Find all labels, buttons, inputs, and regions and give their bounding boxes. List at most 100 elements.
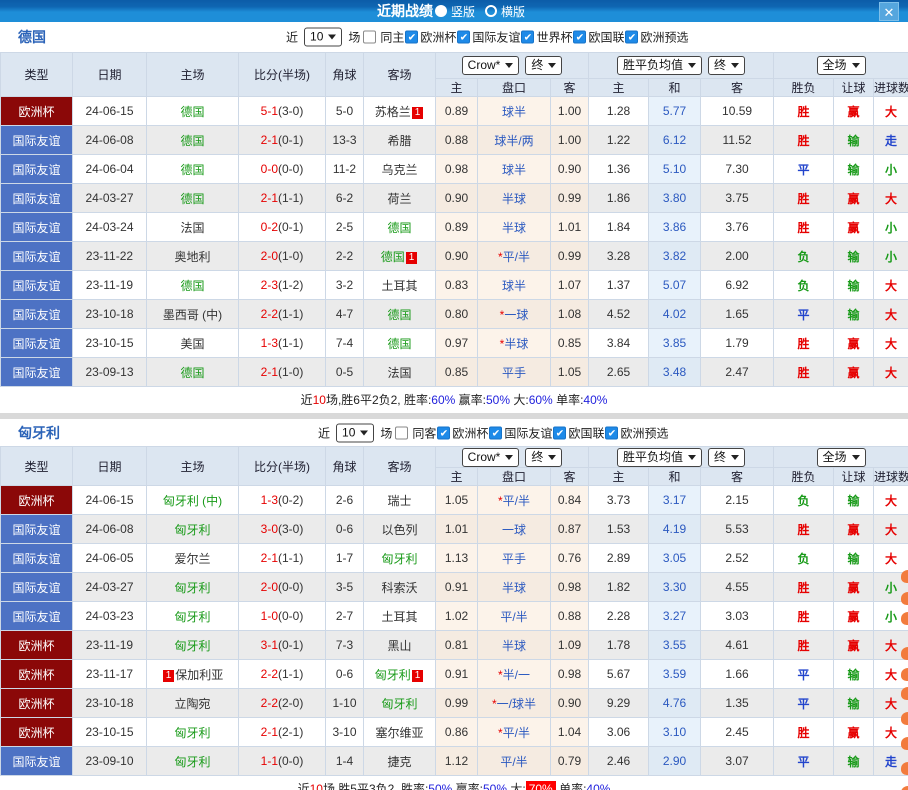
team-name: 匈牙利	[381, 696, 418, 711]
close-button[interactable]: ✕	[879, 2, 899, 21]
avg-final-select[interactable]: 终	[708, 447, 746, 467]
away-team: 德国	[363, 299, 436, 329]
summary-segment: 70%	[525, 781, 556, 790]
match-date: 24-06-04	[72, 154, 147, 184]
filter-bar: 近 10 场同客 ✔ 欧洲杯 ✔ 国际友谊 ✔ 欧国联 ✔ 欧洲预选	[315, 423, 669, 442]
result-cell: 平	[773, 154, 835, 184]
home-team: 德国	[146, 270, 239, 300]
avg-odds-select[interactable]: 胜平负均值	[617, 56, 703, 75]
avg-odds-select[interactable]: 胜平负均值	[617, 447, 703, 467]
odds-final-select[interactable]: 终	[525, 56, 563, 75]
score-fulltime: 1-0	[260, 609, 278, 623]
odds-final-select[interactable]: 终	[525, 447, 563, 467]
same-venue-checkbox[interactable]	[395, 426, 409, 439]
ah-home-odds: 0.80	[435, 299, 478, 329]
avg-select-group: 胜平负均值 终	[588, 446, 775, 468]
ah-home-odds: 0.89	[435, 96, 478, 126]
scope-select[interactable]: 全场	[816, 447, 866, 467]
match-row: 国际友谊 24-03-27 德国 2-1(1-1) 6-2 荷兰 0.90 半球 0.99 1.8…	[0, 183, 908, 213]
eu-home-odds: 3.28	[588, 241, 650, 271]
eu-away-odds: 2.15	[700, 485, 775, 515]
eu-draw-odds: 4.02	[648, 299, 702, 329]
league-checkbox[interactable]: ✔	[521, 30, 535, 44]
select-value: Crow*	[467, 449, 501, 464]
team-name: 匈牙利	[174, 638, 211, 653]
handicap-result-text: 赢	[847, 522, 860, 537]
matches-label: 场	[380, 426, 393, 440]
column-subheader: 主	[435, 78, 478, 97]
home-team: 德国	[146, 96, 239, 126]
match-type-cell: 国际友谊	[0, 125, 73, 155]
ah-handicap: 平手	[477, 543, 551, 573]
handicap-text: 半球	[501, 191, 526, 206]
league-checkbox[interactable]: ✔	[605, 426, 619, 439]
league-checkbox[interactable]: ✔	[405, 30, 419, 44]
odds-company-select[interactable]: Crow*	[461, 56, 520, 75]
odds-company-select[interactable]: Crow*	[461, 447, 520, 467]
league-checkbox[interactable]: ✔	[457, 30, 471, 44]
goals-result-text: 大	[885, 278, 898, 293]
team-name: 墨西哥 (中)	[162, 307, 223, 322]
ah-home-odds: 1.05	[435, 485, 478, 515]
section-team-title: 德国	[18, 29, 46, 45]
same-venue-checkbox[interactable]	[363, 30, 377, 44]
handicap-result-text: 赢	[847, 104, 860, 119]
summary-segment: 场,胜6平2负2, 胜率:	[325, 393, 432, 407]
score: 2-2(1-1)	[238, 299, 326, 329]
ah-handicap: *一球	[477, 299, 551, 329]
handicap-text: 半球	[501, 580, 526, 595]
layout-radio[interactable]	[434, 5, 447, 17]
corners: 7-3	[325, 630, 364, 660]
home-team: 匈牙利	[146, 572, 239, 602]
chevron-down-icon	[360, 430, 369, 435]
ah-handicap: 半球	[477, 572, 551, 602]
summary-segment: 50%	[486, 393, 511, 407]
league-checkbox[interactable]: ✔	[437, 426, 451, 439]
handicap-text: 球半	[501, 104, 526, 119]
red-card-badge: 1	[411, 106, 424, 119]
result-cell: 胜	[773, 514, 835, 544]
avg-final-select[interactable]: 终	[708, 56, 746, 75]
corners: 5-0	[325, 96, 364, 126]
score-halftime: (1-2)	[278, 278, 304, 292]
match-row: 欧洲杯 23-10-18 立陶宛 2-2(2-0) 1-10 匈牙利 0.99 *一/球半 0.…	[0, 688, 908, 718]
match-row: 国际友谊 23-10-18 墨西哥 (中) 2-2(1-1) 4-7 德国 0.80 *一球 1…	[0, 299, 908, 329]
corners: 1-10	[325, 688, 364, 718]
eu-home-odds: 1.28	[588, 96, 650, 126]
score-halftime: (0-1)	[278, 638, 304, 652]
score-fulltime: 0-0	[260, 162, 278, 176]
summary-segment: 40%	[586, 782, 611, 790]
league-checkbox[interactable]: ✔	[625, 30, 639, 44]
goals-result-cell: 大	[873, 270, 908, 300]
score-fulltime: 2-2	[260, 307, 278, 321]
select-value: Crow*	[467, 58, 501, 72]
team-name: 苏格兰	[374, 104, 411, 119]
eu-away-odds: 3.03	[700, 601, 775, 631]
corners: 2-2	[325, 241, 364, 271]
summary-segment: 10	[312, 393, 326, 407]
away-team: 科索沃	[363, 572, 436, 602]
result-text: 胜	[797, 580, 810, 595]
scope-select[interactable]: 全场	[816, 56, 866, 75]
away-team: 苏格兰 1	[363, 96, 436, 126]
ah-away-odds: 0.79	[549, 746, 590, 776]
league-checkbox[interactable]: ✔	[489, 426, 503, 439]
select-value: 10	[342, 425, 356, 439]
layout-radio[interactable]	[485, 5, 497, 17]
league-checkbox[interactable]: ✔	[553, 426, 567, 439]
home-team: 匈牙利	[146, 601, 239, 631]
away-team: 德国	[363, 328, 436, 358]
recent-count-select[interactable]: 10	[304, 27, 343, 47]
handicap-result-text: 赢	[847, 725, 860, 740]
handicap-result-cell: 赢	[833, 630, 875, 660]
ah-away-odds: 1.00	[549, 125, 590, 155]
goals-result-cell: 小	[873, 241, 908, 271]
score-fulltime: 2-2	[260, 667, 278, 681]
recent-count-select[interactable]: 10	[336, 423, 375, 442]
league-checkbox[interactable]: ✔	[573, 30, 587, 44]
ah-home-odds: 0.97	[435, 328, 478, 358]
eu-away-odds: 3.76	[700, 212, 775, 242]
modal-titlebar: 近期战绩 竖版 横版 ✕	[0, 0, 908, 22]
goals-result-cell: 大	[873, 96, 908, 126]
home-team: 匈牙利	[146, 746, 239, 776]
